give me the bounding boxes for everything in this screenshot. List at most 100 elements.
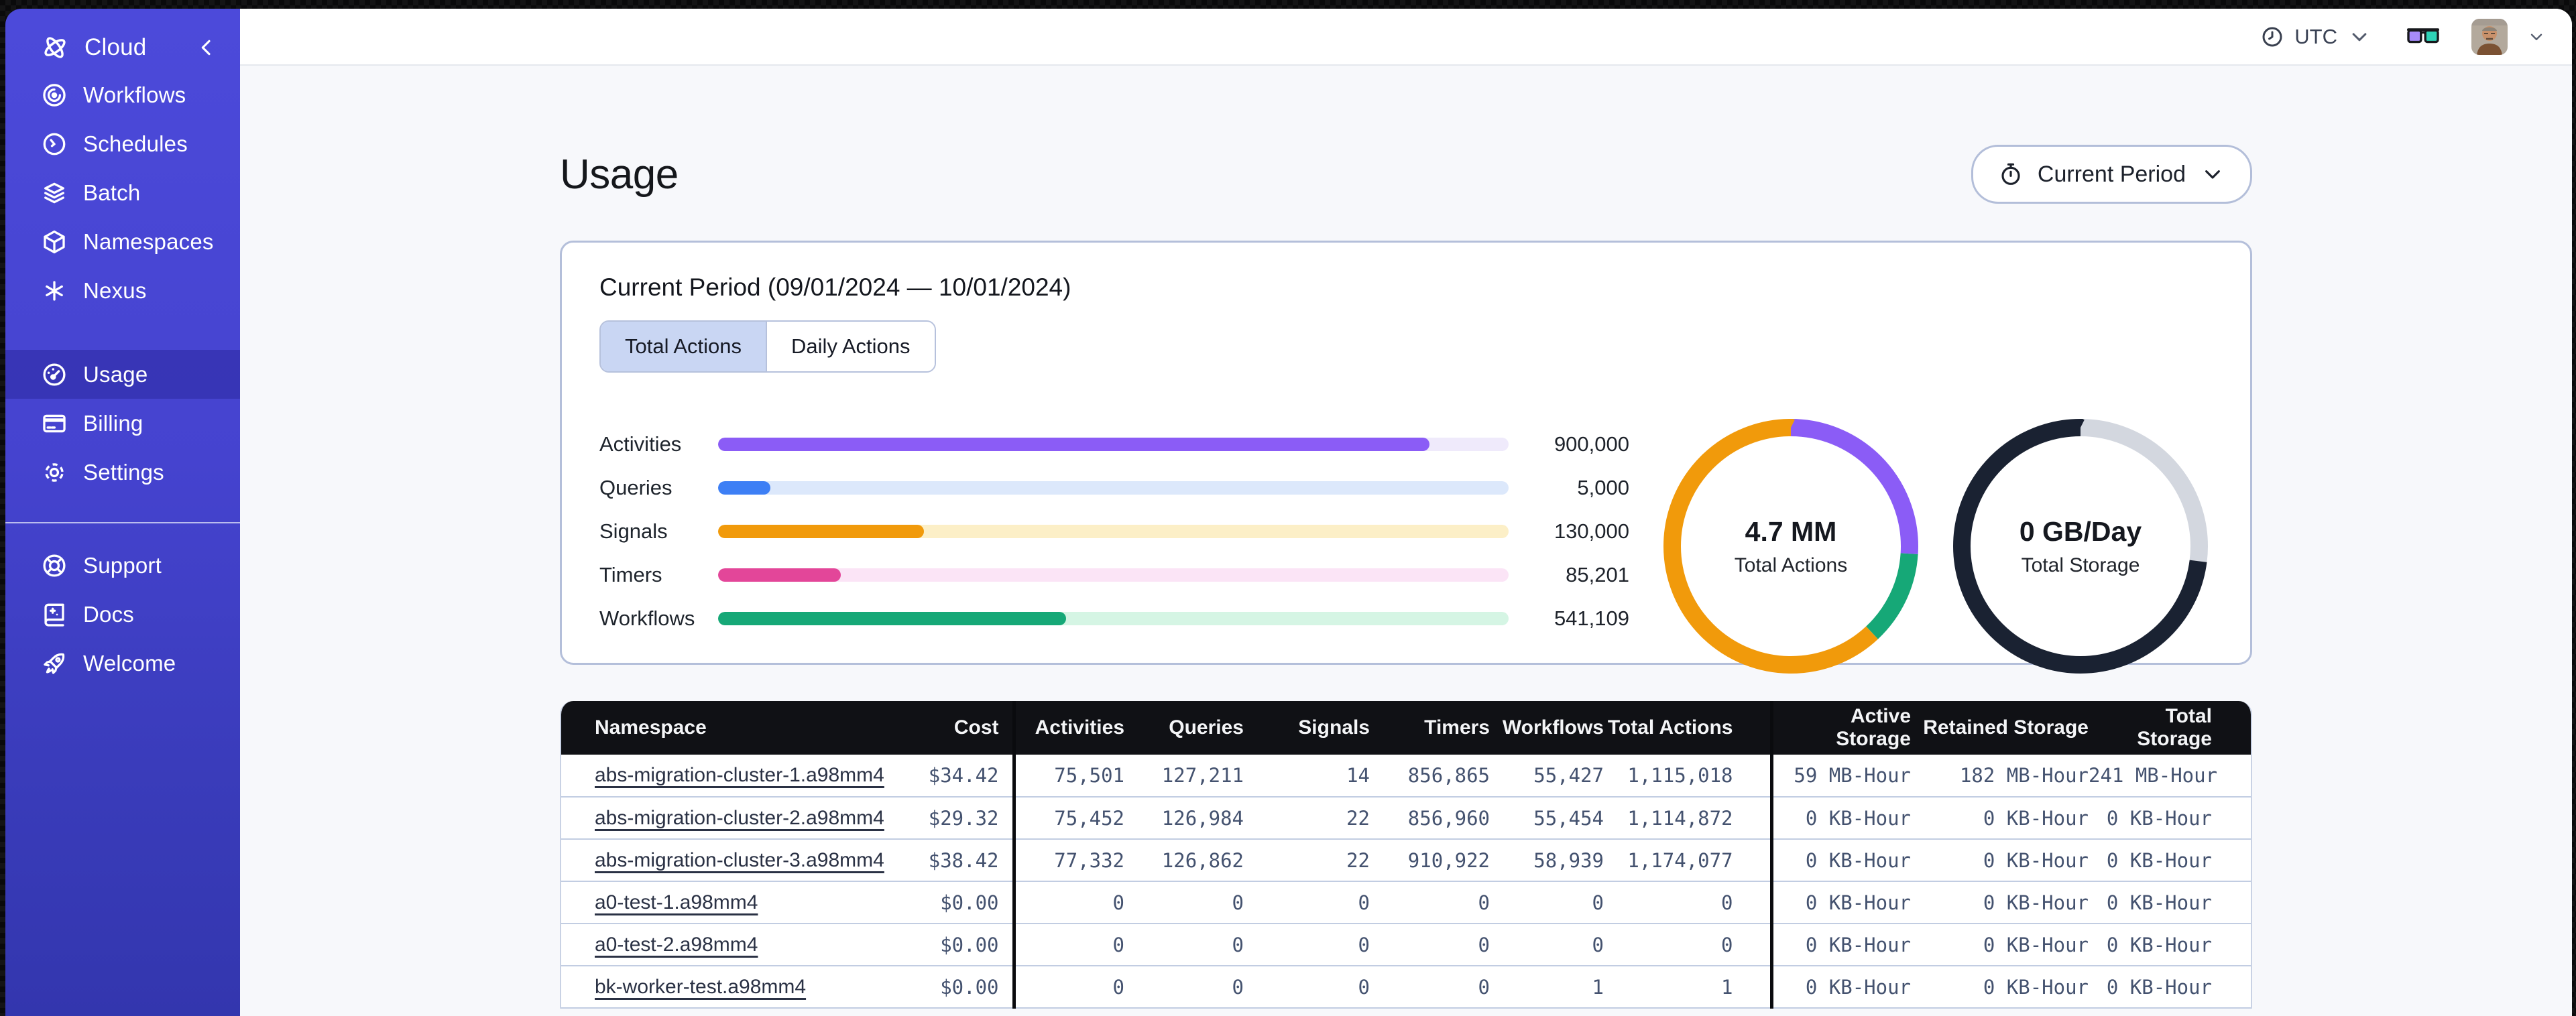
cell-total-storage: 0 KB-Hour — [2089, 797, 2251, 840]
namespace-usage-table: Namespace Cost Activities Queries Signals Tim… — [561, 701, 2251, 1009]
namespace-cell: abs-migration-cluster-1.a98mm4 — [561, 755, 884, 798]
cell-activities: 75,452 — [1012, 797, 1124, 840]
bar-fill — [718, 524, 924, 538]
timezone-label: UTC — [2294, 24, 2337, 48]
bar-value: 130,000 — [1554, 519, 1629, 543]
cell-workflows: 0 — [1490, 924, 1604, 966]
feedback-glasses-button[interactable] — [2406, 23, 2441, 51]
donut-value: 0 GB/Day — [2019, 515, 2142, 547]
sidebar-item-billing[interactable]: Billing — [5, 399, 240, 448]
cell-total-actions: 1,114,872 — [1604, 797, 1771, 840]
bar-track — [718, 437, 1509, 451]
settings-icon — [40, 458, 68, 487]
stopwatch-icon — [1997, 161, 2024, 188]
topbar: UTC — [240, 9, 2572, 66]
cell-workflows: 55,454 — [1490, 797, 1604, 840]
sidebar-item-workflows[interactable]: Workflows — [5, 70, 240, 119]
bar-track — [718, 568, 1509, 582]
bar-row-workflows: Workflows 541,109 — [599, 607, 1629, 630]
column-header-workflows: Workflows — [1490, 701, 1604, 755]
cell-activities: 75,501 — [1012, 755, 1124, 798]
usage-donut-charts: 4.7 MM Total Actions 0 GB/Day Total Stor… — [1660, 416, 2211, 677]
bar-value: 5,000 — [1577, 475, 1629, 499]
sidebar-item-label: Docs — [83, 601, 134, 627]
sidebar-item-usage[interactable]: Usage — [5, 350, 240, 399]
period-dropdown-button[interactable]: Current Period — [1971, 145, 2252, 204]
bar-row-activities: Activities 900,000 — [599, 432, 1629, 456]
column-header-retained-storage: Retained Storage — [1911, 701, 2089, 755]
donut-chart-total-actions: 4.7 MM Total Actions — [1660, 416, 1922, 677]
cell-total-storage: 0 KB-Hour — [2089, 924, 2251, 966]
bar-fill — [718, 568, 841, 582]
sidebar-item-docs[interactable]: Docs — [5, 590, 240, 639]
bar-value: 541,109 — [1554, 606, 1629, 630]
user-menu-chevron-icon[interactable] — [2526, 27, 2546, 47]
welcome-icon — [40, 649, 68, 678]
timezone-selector[interactable]: UTC — [2260, 24, 2372, 50]
clock-icon — [2260, 24, 2285, 50]
table-row: abs-migration-cluster-3.a98mm4 $38.42 77,3… — [561, 839, 2251, 882]
table-row: a0-test-1.a98mm4 $0.00 0 0 0 0 0 0 0 KB-Hour 0 KB… — [561, 881, 2251, 924]
chevron-left-icon — [193, 33, 220, 62]
tab-daily-actions[interactable]: Daily Actions — [766, 322, 935, 371]
cell-total-storage: 0 KB-Hour — [2089, 966, 2251, 1009]
cell-retained-storage: 0 KB-Hour — [1911, 966, 2089, 1009]
namespace-link[interactable]: bk-worker-test.a98mm4 — [595, 976, 806, 998]
cell-cost: $0.00 — [850, 924, 1014, 966]
namespace-link[interactable]: abs-migration-cluster-1.a98mm4 — [595, 764, 884, 786]
cell-retained-storage: 0 KB-Hour — [1911, 881, 2089, 924]
sidebar-item-label: Batch — [83, 180, 141, 205]
app-window: Cloud Workflows Schedules Batch Namespac… — [5, 9, 2572, 1016]
namespace-link[interactable]: abs-migration-cluster-3.a98mm4 — [595, 849, 884, 871]
brand-row: Cloud — [5, 26, 240, 69]
cell-workflows: 58,939 — [1490, 839, 1604, 882]
bar-value: 85,201 — [1566, 562, 1629, 586]
cell-queries: 126,984 — [1124, 797, 1244, 840]
bar-label: Workflows — [599, 606, 695, 630]
schedules-icon — [40, 130, 68, 158]
table-row: abs-migration-cluster-2.a98mm4 $29.32 75,4… — [561, 797, 2251, 840]
sidebar-item-label: Namespaces — [83, 229, 214, 254]
bar-row-signals: Signals 130,000 — [599, 519, 1629, 543]
namespaces-icon — [40, 228, 68, 256]
usage-summary-card: Current Period (09/01/2024 — 10/01/2024)… — [560, 241, 2252, 674]
sidebar-item-nexus[interactable]: Nexus — [5, 266, 240, 315]
support-icon — [40, 552, 68, 580]
cell-activities: 0 — [1012, 881, 1124, 924]
donut-label: Total Actions — [1734, 554, 1848, 576]
avatar[interactable] — [2471, 18, 2508, 55]
cell-signals: 0 — [1244, 966, 1370, 1009]
namespace-cell: a0-test-2.a98mm4 — [561, 924, 850, 966]
cell-queries: 127,211 — [1124, 755, 1244, 798]
column-header-cost: Cost — [850, 701, 1014, 755]
cell-queries: 0 — [1124, 881, 1244, 924]
sidebar-item-welcome[interactable]: Welcome — [5, 639, 240, 688]
bar-fill — [718, 481, 770, 495]
cell-timers: 910,922 — [1370, 839, 1490, 882]
cell-timers: 0 — [1370, 966, 1490, 1009]
sidebar-item-settings[interactable]: Settings — [5, 448, 240, 497]
sidebar-item-label: Schedules — [83, 131, 188, 156]
column-header-total-storage: Total Storage — [2089, 701, 2251, 755]
donut-chart-total-storage: 0 GB/Day Total Storage — [1950, 416, 2211, 677]
cell-activities: 0 — [1012, 924, 1124, 966]
sidebar-item-batch[interactable]: Batch — [5, 168, 240, 217]
cell-timers: 0 — [1370, 881, 1490, 924]
namespace-link[interactable]: a0-test-1.a98mm4 — [595, 891, 758, 913]
cell-total-actions: 1,115,018 — [1604, 755, 1771, 798]
cell-retained-storage: 0 KB-Hour — [1911, 924, 2089, 966]
cell-active-storage: 0 KB-Hour — [1769, 797, 1911, 840]
bar-value: 900,000 — [1554, 432, 1629, 456]
column-header-total-actions: Total Actions — [1604, 701, 1771, 755]
sidebar-collapse-button[interactable] — [193, 34, 220, 61]
tab-total-actions[interactable]: Total Actions — [601, 322, 766, 371]
namespace-link[interactable]: a0-test-2.a98mm4 — [595, 934, 758, 956]
column-header-queries: Queries — [1124, 701, 1244, 755]
sidebar-item-namespaces[interactable]: Namespaces — [5, 217, 240, 266]
namespace-link[interactable]: abs-migration-cluster-2.a98mm4 — [595, 807, 884, 829]
sidebar-item-schedules[interactable]: Schedules — [5, 119, 240, 168]
content: Usage Current Period Current Period (09/… — [240, 66, 2572, 1016]
cell-total-actions: 0 — [1604, 881, 1771, 924]
namespace-cell: abs-migration-cluster-2.a98mm4 — [561, 797, 884, 840]
sidebar-item-support[interactable]: Support — [5, 541, 240, 590]
